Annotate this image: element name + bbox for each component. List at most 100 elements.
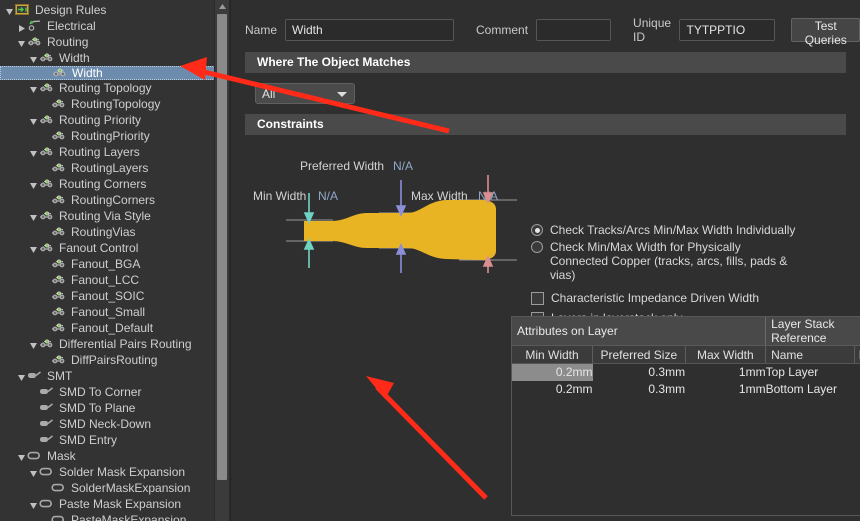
tree-item-smd-neck-down[interactable]: SMD Neck-Down	[0, 416, 229, 432]
radio-check-individually-label: Check Tracks/Arcs Min/Max Width Individu…	[550, 223, 796, 237]
cell-max-width[interactable]: 1mm	[685, 381, 766, 398]
tree-item-electrical[interactable]: Electrical	[0, 18, 229, 34]
tree-item-routingcorners[interactable]: RoutingCorners	[0, 192, 229, 208]
cell-stack-index[interactable]: 32	[854, 364, 860, 381]
scrollbar-thumb[interactable]	[217, 14, 227, 480]
checkbox-row-impedance[interactable]: Characteristic Impedance Driven Width	[531, 291, 831, 305]
tree-item-smt[interactable]: SMT	[0, 368, 229, 384]
tree-collapse-arrow-icon[interactable]	[28, 115, 39, 125]
table-row[interactable]: 0.2mm0.3mm1mmTop Layer32TopLayer1	[512, 363, 860, 381]
rule-editor-panel: Name Comment Unique ID Test Queries Wher…	[230, 0, 860, 521]
tree-item-pastemaskexpansion[interactable]: PasteMaskExpansion	[0, 512, 229, 521]
tree-collapse-arrow-icon[interactable]	[4, 5, 15, 15]
cell-max-width[interactable]: 1mm	[685, 364, 766, 381]
design-rules-tree[interactable]: Design Rules Electrical Routing Width Width R…	[0, 0, 229, 521]
design-rules-window: Design Rules Electrical Routing Width Width R…	[0, 0, 860, 521]
tree-item-fanout-soic[interactable]: Fanout_SOIC	[0, 288, 229, 304]
constraints-header: Constraints	[245, 114, 846, 135]
tree-collapse-arrow-icon[interactable]	[28, 499, 39, 509]
cell-min-width[interactable]: 0.2mm	[512, 381, 593, 398]
routing-icon	[52, 66, 67, 80]
tree-item-smd-to-corner[interactable]: SMD To Corner	[0, 384, 229, 400]
tree-collapse-arrow-icon[interactable]	[28, 53, 39, 63]
tree-item-label: Fanout_BGA	[71, 257, 141, 271]
radio-check-individually[interactable]	[531, 224, 543, 236]
tree-item-fanout-control[interactable]: Fanout Control	[0, 240, 229, 256]
cell-stack-index[interactable]: 33	[854, 381, 860, 398]
tree-item-fanout-small[interactable]: Fanout_Small	[0, 304, 229, 320]
tree-collapse-arrow-icon[interactable]	[28, 243, 39, 253]
comment-input[interactable]	[536, 19, 612, 41]
tree-item-routinglayers[interactable]: RoutingLayers	[0, 160, 229, 176]
checkbox-impedance-driven-width[interactable]	[531, 292, 544, 305]
tree-collapse-arrow-icon[interactable]	[16, 451, 27, 461]
tree-item-routing-topology[interactable]: Routing Topology	[0, 80, 229, 96]
tree-expand-arrow-icon[interactable]	[16, 21, 27, 32]
tree-item-routing[interactable]: Routing	[0, 34, 229, 50]
cell-preferred-size[interactable]: 0.3mm	[593, 381, 685, 398]
tree-item-label: Solder Mask Expansion	[59, 465, 186, 479]
tree-collapse-arrow-icon[interactable]	[28, 179, 39, 189]
constraints-body: Preferred Width N/A Min Width N/A Max Wi…	[231, 135, 860, 325]
tree-collapse-arrow-icon[interactable]	[28, 147, 39, 157]
tree-item-routingpriority[interactable]: RoutingPriority	[0, 128, 229, 144]
layer-attributes-table[interactable]: Attributes on Layer Layer Stack Reference…	[511, 316, 860, 516]
radio-row-connected-copper[interactable]: Check Min/Max Width for Physically Conne…	[531, 240, 831, 282]
column-header-max-width[interactable]: Max Width	[685, 345, 767, 364]
tree-item-label: Routing Via Style	[59, 209, 151, 223]
routing-icon	[51, 161, 66, 175]
tree-item-routingvias[interactable]: RoutingVias	[0, 224, 229, 240]
tree-item-routingtopology[interactable]: RoutingTopology	[0, 96, 229, 112]
column-header-in[interactable]: In...	[854, 345, 860, 364]
tree-item-width[interactable]: Width	[0, 66, 229, 80]
tree-collapse-arrow-icon[interactable]	[16, 37, 27, 47]
tree-collapse-arrow-icon[interactable]	[16, 371, 27, 381]
cell-stack-name[interactable]: Top Layer	[766, 364, 855, 381]
column-header-name[interactable]: Name	[765, 345, 855, 364]
tree-item-label: SMD To Plane	[59, 401, 136, 415]
radio-check-connected-copper[interactable]	[531, 241, 543, 253]
tree-item-smd-to-plane[interactable]: SMD To Plane	[0, 400, 229, 416]
tree-item-mask[interactable]: Mask	[0, 448, 229, 464]
tree-item-label: Differential Pairs Routing	[59, 337, 192, 351]
tree-collapse-arrow-icon[interactable]	[28, 339, 39, 349]
smt-icon	[39, 417, 54, 431]
tree-collapse-arrow-icon[interactable]	[28, 83, 39, 93]
tree-item-label: SolderMaskExpansion	[71, 481, 191, 495]
tree-item-width[interactable]: Width	[0, 50, 229, 66]
cell-min-width[interactable]: 0.2mm	[512, 363, 593, 381]
mask-icon	[51, 481, 66, 495]
tree-item-diffpairsrouting[interactable]: DiffPairsRouting	[0, 352, 229, 368]
tree-item-label: Width	[72, 66, 103, 80]
scroll-up-button[interactable]	[215, 0, 229, 13]
test-queries-button[interactable]: Test Queries	[791, 18, 860, 47]
tree-collapse-arrow-icon[interactable]	[28, 211, 39, 221]
tree-item-label: SMD Entry	[59, 433, 118, 447]
radio-row-individual[interactable]: Check Tracks/Arcs Min/Max Width Individu…	[531, 223, 831, 237]
where-object-matches-header: Where The Object Matches	[245, 52, 846, 73]
cell-preferred-size[interactable]: 0.3mm	[593, 364, 685, 381]
tree-item-design-rules[interactable]: Design Rules	[0, 2, 229, 18]
tree-item-fanout-default[interactable]: Fanout_Default	[0, 320, 229, 336]
table-row[interactable]: 0.2mm0.3mm1mmBottom Layer33BottomLayer32	[512, 381, 860, 398]
tree-item-routing-via-style[interactable]: Routing Via Style	[0, 208, 229, 224]
tree-item-routing-corners[interactable]: Routing Corners	[0, 176, 229, 192]
tree-item-paste-mask-expansion[interactable]: Paste Mask Expansion	[0, 496, 229, 512]
tree-item-label: Routing Priority	[59, 113, 142, 127]
tree-item-soldermaskexpansion[interactable]: SolderMaskExpansion	[0, 480, 229, 496]
cell-stack-name[interactable]: Bottom Layer	[766, 381, 855, 398]
name-input[interactable]	[285, 19, 455, 41]
tree-item-smd-entry[interactable]: SMD Entry	[0, 432, 229, 448]
tree-item-routing-priority[interactable]: Routing Priority	[0, 112, 229, 128]
tree-item-fanout-lcc[interactable]: Fanout_LCC	[0, 272, 229, 288]
tree-item-solder-mask-expansion[interactable]: Solder Mask Expansion	[0, 464, 229, 480]
tree-item-differential-pairs-routing[interactable]: Differential Pairs Routing	[0, 336, 229, 352]
tree-item-routing-layers[interactable]: Routing Layers	[0, 144, 229, 160]
column-header-preferred-size[interactable]: Preferred Size	[592, 345, 686, 364]
tree-collapse-arrow-icon[interactable]	[28, 467, 39, 477]
tree-item-fanout-bga[interactable]: Fanout_BGA	[0, 256, 229, 272]
column-header-min-width[interactable]: Min Width	[512, 345, 593, 364]
scope-dropdown[interactable]: All	[255, 83, 355, 104]
sidebar-vertical-scrollbar[interactable]	[214, 0, 229, 521]
unique-id-input[interactable]	[679, 19, 776, 41]
